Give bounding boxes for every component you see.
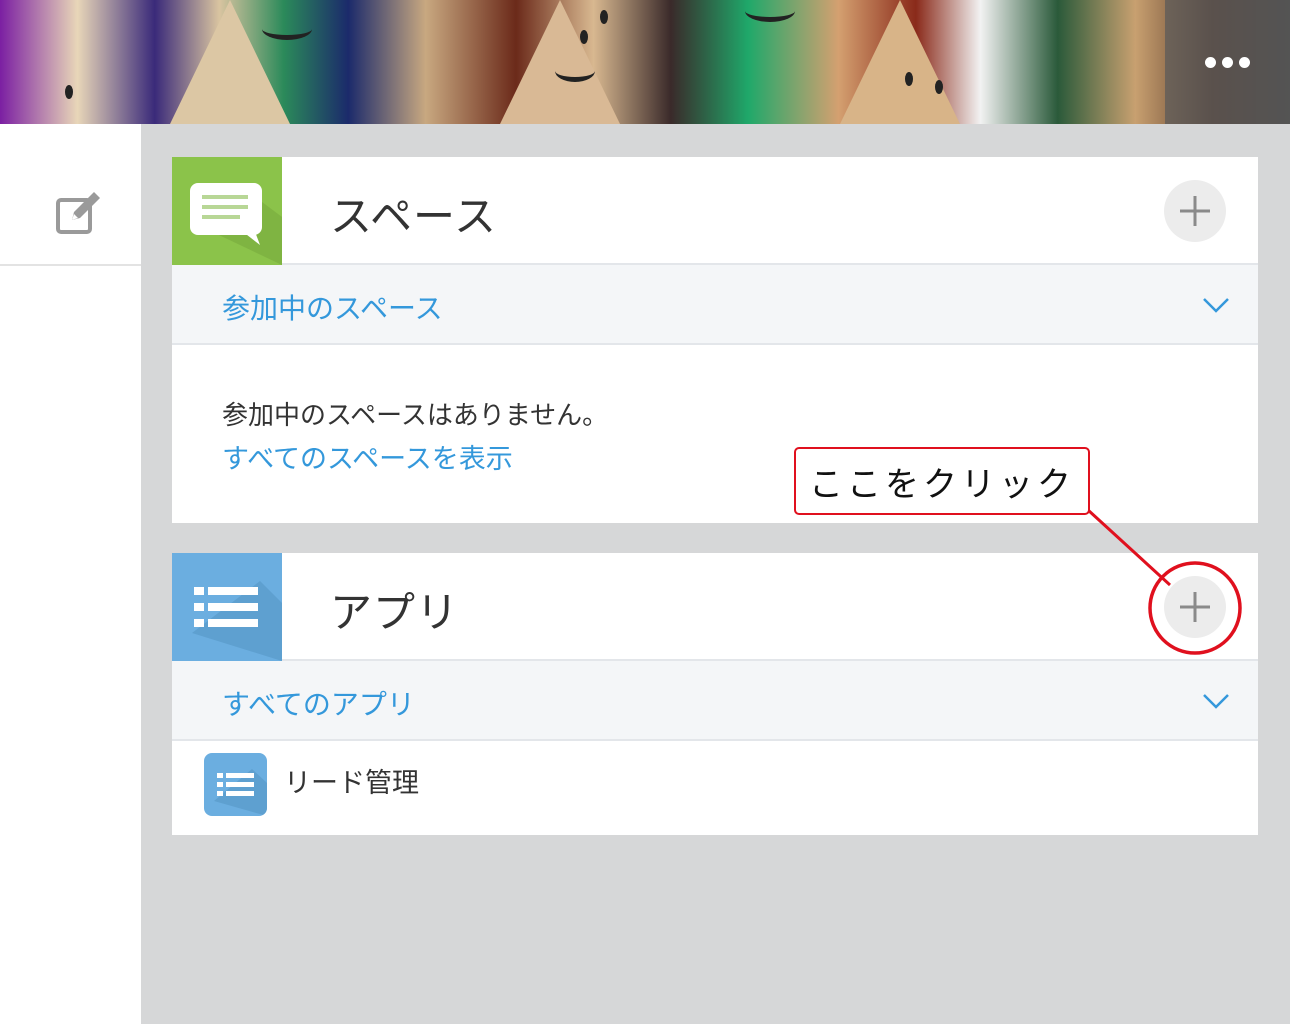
banner-eye (935, 80, 943, 94)
app-panel: アプリ すべてのアプリ リード管理 (172, 553, 1258, 835)
space-panel-title: スペース (330, 192, 497, 241)
empty-space-message: 参加中のスペースはありません。 (222, 401, 609, 431)
space-panel-header: スペース (172, 157, 1258, 265)
banner-smile (262, 18, 312, 40)
speech-bubble-icon (172, 157, 282, 265)
edit-icon[interactable] (54, 190, 102, 238)
app-name: リード管理 (284, 768, 419, 799)
banner-smile (745, 0, 795, 22)
add-space-button[interactable] (1164, 180, 1226, 242)
banner-eye (600, 10, 608, 24)
app-filter-dropdown[interactable]: すべてのアプリ (172, 661, 1258, 741)
plus-icon (1180, 592, 1210, 622)
banner-smile (555, 60, 595, 82)
more-options-button[interactable] (1165, 0, 1290, 124)
app-filter-label: すべてのアプリ (222, 688, 415, 721)
banner-eye (905, 72, 913, 86)
annotation-callout: ここをクリック (794, 447, 1090, 515)
chevron-down-icon (1203, 694, 1229, 709)
header-banner (0, 0, 1290, 124)
banner-eye (65, 85, 73, 99)
list-icon (204, 753, 267, 816)
space-filter-dropdown[interactable]: 参加中のスペース (172, 265, 1258, 345)
app-panel-header: アプリ (172, 553, 1258, 661)
banner-eye (580, 30, 588, 44)
left-pane-header (0, 124, 141, 266)
space-filter-label: 参加中のスペース (222, 292, 443, 325)
banner-pencil (840, 0, 960, 124)
show-all-spaces-link[interactable]: すべてのスペースを表示 (222, 437, 513, 476)
add-app-button[interactable] (1164, 576, 1226, 638)
plus-icon (1180, 196, 1210, 226)
app-list-item[interactable]: リード管理 (172, 741, 1258, 833)
chevron-down-icon (1203, 298, 1229, 313)
app-panel-title: アプリ (330, 588, 460, 637)
left-pane (0, 124, 141, 1024)
list-icon (172, 553, 282, 661)
more-horizontal-icon (1205, 56, 1250, 68)
space-panel: スペース 参加中のスペース 参加中のスペースはありません。 すべてのスペースを表… (172, 157, 1258, 523)
